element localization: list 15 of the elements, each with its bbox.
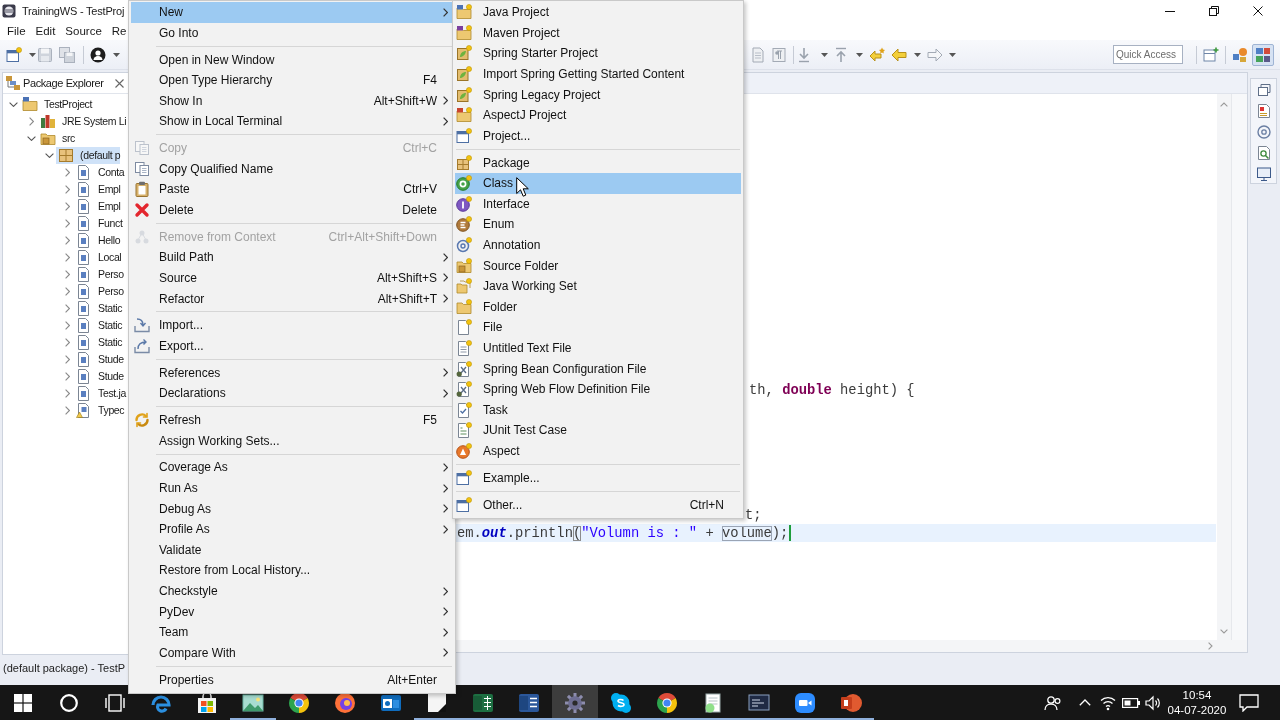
window-title: TrainingWS - TestProj (22, 5, 125, 17)
code-line: th, double height) { (749, 382, 915, 400)
shortcut-text: F4 (423, 73, 437, 88)
shortcut-text: Ctrl+N (689, 497, 724, 512)
code-line: t; (745, 506, 762, 524)
status-text: (default package) - TestP (3, 662, 126, 675)
shortcut-text: Alt+Enter (387, 672, 437, 687)
shortcut-text: Ctrl+V (403, 182, 437, 197)
shortcut-text: Ctrl+Alt+Shift+Down (328, 229, 437, 244)
shortcut-text: Alt+Shift+T (377, 291, 437, 306)
shortcut-text: Ctrl+C (402, 141, 437, 156)
shortcut-text: Alt+Shift+S (376, 271, 437, 285)
shortcut-text: Alt+Shift+W (373, 93, 437, 108)
shortcut-text: F5 (423, 413, 437, 428)
shortcut-text: Delete (402, 203, 437, 217)
